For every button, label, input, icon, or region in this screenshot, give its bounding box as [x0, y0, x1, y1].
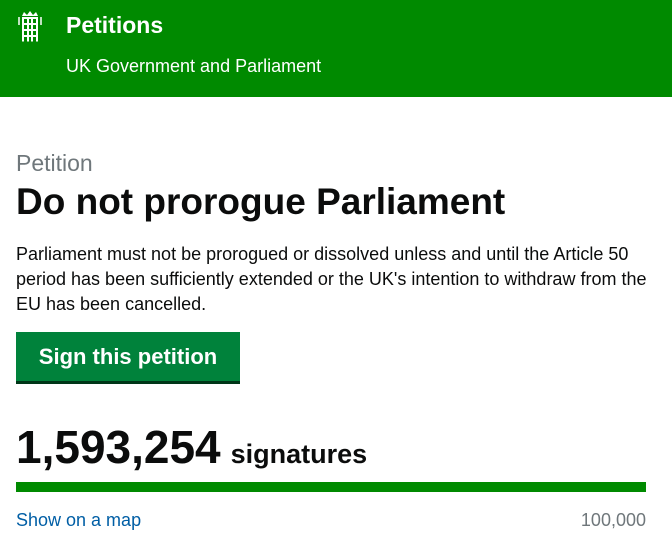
show-on-map-link[interactable]: Show on a map	[16, 509, 141, 531]
sign-petition-button[interactable]: Sign this petition	[16, 332, 240, 381]
signature-summary: 1,593,254 signatures	[16, 420, 367, 474]
site-header: Petitions UK Government and Parliament	[0, 0, 672, 97]
site-subtitle: UK Government and Parliament	[66, 56, 322, 76]
petition-description: Parliament must not be prorogued or diss…	[16, 244, 647, 314]
page-caption: Petition	[16, 150, 93, 176]
portcullis-icon	[18, 11, 42, 42]
site-title[interactable]: Petitions	[66, 11, 163, 39]
signature-label: signatures	[230, 439, 368, 469]
signature-threshold: 100,000	[580, 510, 646, 530]
signature-progress-fill	[16, 482, 646, 492]
signature-progress-bar	[16, 482, 646, 492]
signature-count: 1,593,254	[16, 421, 221, 473]
page-title: Do not prorogue Parliament	[16, 181, 506, 222]
